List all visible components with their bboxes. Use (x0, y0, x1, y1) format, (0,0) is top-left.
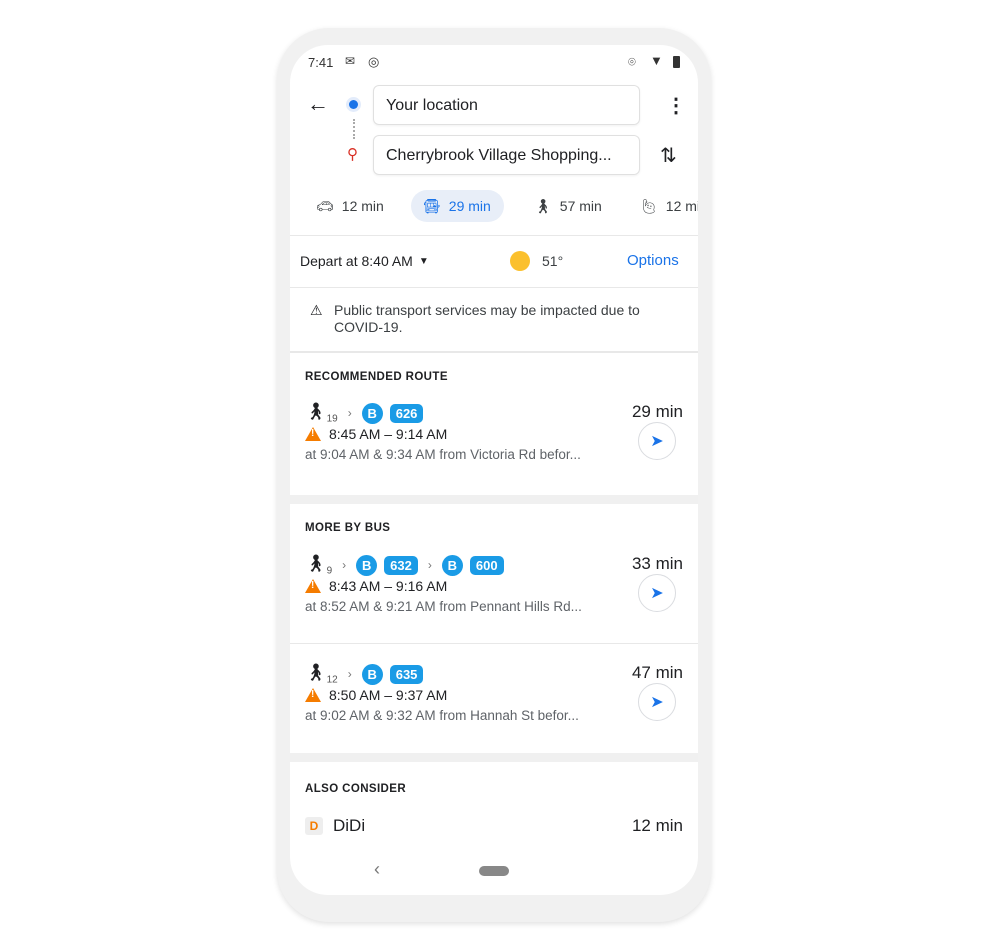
navigation-arrow-icon: ➤ (650, 694, 664, 711)
back-arrow-icon[interactable]: ← (307, 91, 329, 117)
chevron-right-icon: › (427, 558, 432, 572)
location-icon: ⌾ (628, 54, 636, 69)
navigate-button[interactable]: ➤ (638, 422, 676, 460)
walk-icon: 🚶︎9 (305, 553, 333, 577)
route-duration: 29 min (631, 402, 683, 421)
route-detail: at 8:52 AM & 9:21 AM from Pennant Hills … (305, 599, 582, 614)
divider (290, 643, 698, 644)
bus-number: 600 (469, 555, 504, 575)
divider (290, 287, 698, 288)
sun-icon (510, 251, 530, 271)
route-duration: 47 min (631, 663, 683, 682)
bus-icon: B (361, 663, 383, 685)
covid-alert: Public transport services may be impacte… (334, 302, 640, 335)
mode-ride-hailing[interactable]: 🙋︎ 12 mi (628, 190, 698, 222)
route-duration: 33 min (631, 554, 683, 573)
bus-icon: B (361, 402, 383, 424)
section-separator (290, 495, 698, 504)
depart-time-dropdown[interactable]: Depart at 8:40 AM ▼ (300, 253, 429, 269)
warning-outline-icon: ⚠ (310, 302, 323, 318)
walk-minutes: 12 (326, 674, 338, 686)
weather-temp: 51° (542, 253, 564, 269)
system-back-icon[interactable]: ‹ (374, 859, 380, 880)
mode-transit[interactable]: 🚍︎ 29 min (411, 190, 504, 222)
ride-hailing-icon: 🙋︎ (640, 197, 658, 214)
chevron-right-icon: › (347, 667, 352, 681)
walk-minutes: 19 (326, 413, 338, 425)
walk-icon: 🚶︎12 (305, 662, 338, 686)
route-detail: at 9:04 AM & 9:34 AM from Victoria Rd be… (305, 447, 581, 462)
chevron-right-icon: › (347, 406, 352, 420)
navigation-arrow-icon: ➤ (650, 433, 664, 450)
options-button[interactable]: Options (627, 252, 679, 269)
warning-icon (305, 688, 321, 702)
transit-icon: 🚍︎ (423, 197, 441, 214)
didi-item[interactable]: D DiDi 12 min (290, 815, 698, 839)
section-separator (290, 753, 698, 762)
didi-duration: 12 min (631, 816, 683, 835)
gmail-icon: ✉ (345, 54, 356, 68)
bus-number: 626 (389, 403, 424, 423)
recommended-heading: RECOMMENDED ROUTE (305, 371, 448, 383)
status-time: 7:41 (308, 55, 334, 70)
sync-icon: ◎ (368, 54, 380, 69)
warning-icon (305, 427, 321, 441)
route-dots (353, 119, 355, 139)
origin-input[interactable]: Your location (373, 85, 640, 125)
destination-input[interactable]: Cherrybrook Village Shopping... (373, 135, 640, 175)
walk-minutes: 9 (326, 565, 333, 577)
bus-icon: B (356, 554, 378, 576)
bus-number: 632 (384, 555, 418, 575)
car-icon: 🚗︎ (316, 197, 334, 214)
screen: 7:41 ✉ ◎ ⌾ ▼ ← ⚲ Your location Cherrybro… (290, 45, 698, 895)
warning-icon (305, 579, 321, 593)
navigation-arrow-icon: ➤ (650, 585, 664, 602)
navigate-button[interactable]: ➤ (638, 574, 676, 612)
mode-walking[interactable]: 🚶︎ 57 min (522, 190, 614, 222)
mode-driving[interactable]: 🚗︎ 12 min (304, 190, 396, 222)
bus-icon: B (441, 554, 463, 576)
route-detail: at 9:02 AM & 9:32 AM from Hannah St befo… (305, 708, 579, 723)
home-pill[interactable] (479, 866, 509, 876)
more-by-bus-heading: MORE BY BUS (305, 522, 391, 534)
divider (290, 351, 698, 353)
walk-icon: 🚶︎19 (305, 401, 338, 425)
chevron-right-icon: › (342, 558, 347, 572)
battery-icon (673, 56, 680, 68)
also-consider-heading: ALSO CONSIDER (305, 783, 407, 795)
destination-pin-icon: ⚲ (347, 146, 358, 163)
wifi-icon: ▼ (650, 53, 663, 68)
dropdown-arrow-icon: ▼ (418, 256, 429, 267)
navigate-button[interactable]: ➤ (638, 683, 676, 721)
walk-icon: 🚶︎ (534, 197, 552, 214)
swap-icon[interactable]: ⇅ (660, 143, 677, 168)
origin-dot-icon (349, 100, 358, 109)
divider (290, 235, 698, 236)
bus-number: 635 (389, 664, 424, 684)
didi-logo-icon: D (305, 817, 323, 835)
didi-name: DiDi (333, 816, 366, 835)
more-options-icon[interactable]: ⋮ (666, 93, 686, 118)
